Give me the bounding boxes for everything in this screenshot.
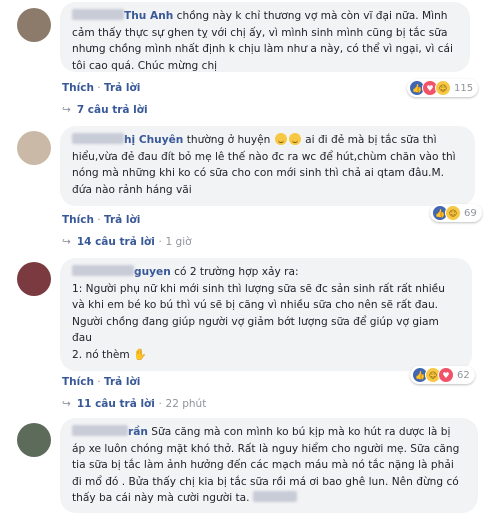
reply-arrow-icon: ↪: [62, 236, 71, 248]
view-replies-link[interactable]: ↪ 11 câu trả lời · 22 phút: [62, 398, 206, 410]
reaction-count: 115: [454, 82, 474, 94]
view-replies-link[interactable]: ↪ 7 câu trả lời: [62, 104, 148, 116]
commenter-name[interactable]: guyen: [134, 266, 171, 278]
commenter-name[interactable]: hị Chuyên: [124, 134, 183, 146]
comment-text-lead: có 2 trường hợp xảy ra:: [174, 266, 299, 278]
haha-reaction-icon: ☺: [445, 205, 461, 221]
redacted-name: [72, 9, 124, 20]
reaction-summary[interactable]: 👍 ☺ 69: [430, 204, 482, 222]
avatar[interactable]: [17, 131, 51, 165]
haha-reaction-icon: ☺: [435, 80, 451, 96]
redacted-name: [72, 425, 128, 436]
comment-bubble: hị Chuyên thường ở huyện ai đi đẻ mà bị …: [60, 126, 475, 206]
comment-actions: Thích · Trả lời: [62, 214, 141, 226]
reply-link[interactable]: Trả lời: [104, 214, 140, 226]
redacted-tag: [252, 491, 297, 502]
avatar[interactable]: [17, 262, 51, 296]
reply-arrow-icon: ↪: [62, 104, 71, 116]
love-reaction-icon: ♥: [438, 367, 454, 383]
reaction-count: 62: [457, 369, 470, 381]
hand-emoji-icon: ✋: [133, 347, 147, 361]
reaction-summary[interactable]: 👍 ☺ ♥ 62: [410, 366, 475, 384]
replies-time: 22 phút: [165, 398, 207, 410]
comment-bubble: guyen có 2 trường hợp xảy ra: 1: Người p…: [60, 258, 472, 371]
commenter-name[interactable]: rần: [128, 426, 148, 438]
reply-link[interactable]: Trả lời: [104, 376, 140, 388]
comment-actions: Thích · Trả lời: [62, 376, 141, 388]
like-link[interactable]: Thích: [62, 376, 94, 388]
like-link[interactable]: Thích: [62, 214, 94, 226]
replies-time: 1 giờ: [165, 236, 192, 248]
reply-link[interactable]: Trả lời: [104, 82, 140, 94]
avatar[interactable]: [17, 8, 51, 42]
commenter-name[interactable]: Thu Anh: [124, 10, 173, 22]
comment-bubble: rần Sữa căng mà con mình ko bú kịp mà ko…: [60, 418, 478, 513]
reaction-count: 69: [464, 207, 477, 219]
comment-text-part1: thường ở huyện: [186, 134, 271, 146]
redacted-name: [72, 265, 134, 276]
comment-bubble: Thu Anh chồng này k chỉ thương vợ mà còn…: [60, 2, 470, 72]
reply-arrow-icon: ↪: [62, 398, 71, 410]
comment-text-body: 1: Người phụ nữ khi mới sinh thì lượng s…: [72, 282, 445, 345]
comment-actions: Thích · Trả lời: [62, 82, 141, 94]
avatar[interactable]: [17, 423, 51, 457]
view-replies-link[interactable]: ↪ 14 câu trả lời · 1 giờ: [62, 236, 192, 248]
like-link[interactable]: Thích: [62, 82, 94, 94]
grin-emoji-icon: [288, 133, 301, 145]
reaction-summary[interactable]: 👍 ♥ ☺ 115: [407, 79, 479, 97]
redacted-name: [72, 133, 124, 144]
grin-emoji-icon: [274, 133, 287, 145]
comment-text-tail: 2. nó thèm: [72, 348, 130, 361]
